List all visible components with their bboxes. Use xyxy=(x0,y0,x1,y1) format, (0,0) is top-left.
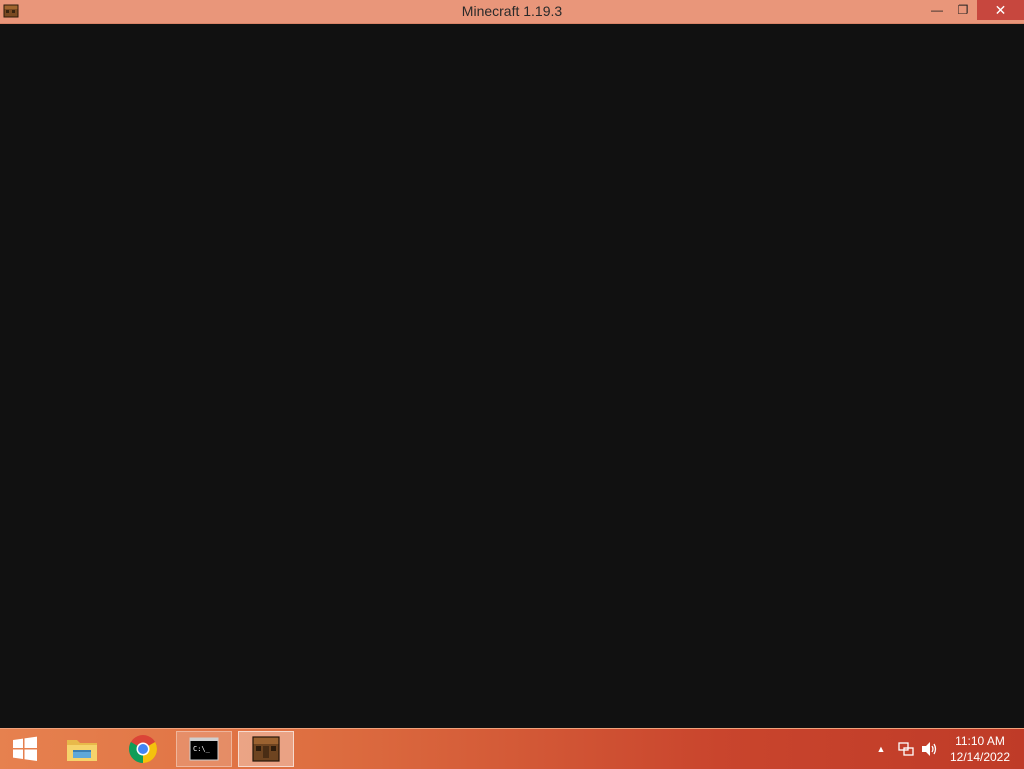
taskbar-command-prompt[interactable]: C:\_ xyxy=(176,731,232,767)
taskbar-google-chrome[interactable] xyxy=(115,731,171,767)
taskbar: C:\_ ▲ 11:10 AM 12/14/2022 xyxy=(0,728,1024,769)
tray-overflow-button[interactable]: ▲ xyxy=(872,729,890,769)
taskbar-minecraft[interactable] xyxy=(238,731,294,767)
svg-text:C:\_: C:\_ xyxy=(193,745,211,753)
restore-button[interactable]: ❐ xyxy=(950,0,976,20)
tray-network[interactable] xyxy=(896,729,916,769)
title-bar[interactable]: Minecraft 1.19.3 — ❐ ✕ xyxy=(0,0,1024,24)
network-icon xyxy=(898,742,914,756)
tray-volume[interactable] xyxy=(920,729,940,769)
chrome-icon xyxy=(129,735,157,763)
taskbar-file-explorer[interactable] xyxy=(54,731,110,767)
windows-logo-icon xyxy=(13,736,37,761)
clock-time: 11:10 AM xyxy=(955,734,1005,748)
game-viewport[interactable] xyxy=(0,24,1024,728)
cmd-icon: C:\_ xyxy=(189,737,219,761)
volume-icon xyxy=(922,742,937,756)
start-button[interactable] xyxy=(0,731,50,767)
folder-icon xyxy=(67,740,97,761)
minecraft-window: Minecraft 1.19.3 — ❐ ✕ xyxy=(0,0,1024,728)
close-button[interactable]: ✕ xyxy=(977,0,1024,20)
system-clock[interactable]: 11:10 AM 12/14/2022 xyxy=(944,733,1016,765)
clock-date: 12/14/2022 xyxy=(949,750,1011,764)
minimize-button[interactable]: — xyxy=(924,0,950,20)
minecraft-crafting-table-icon xyxy=(252,736,280,762)
window-title: Minecraft 1.19.3 xyxy=(461,3,563,19)
